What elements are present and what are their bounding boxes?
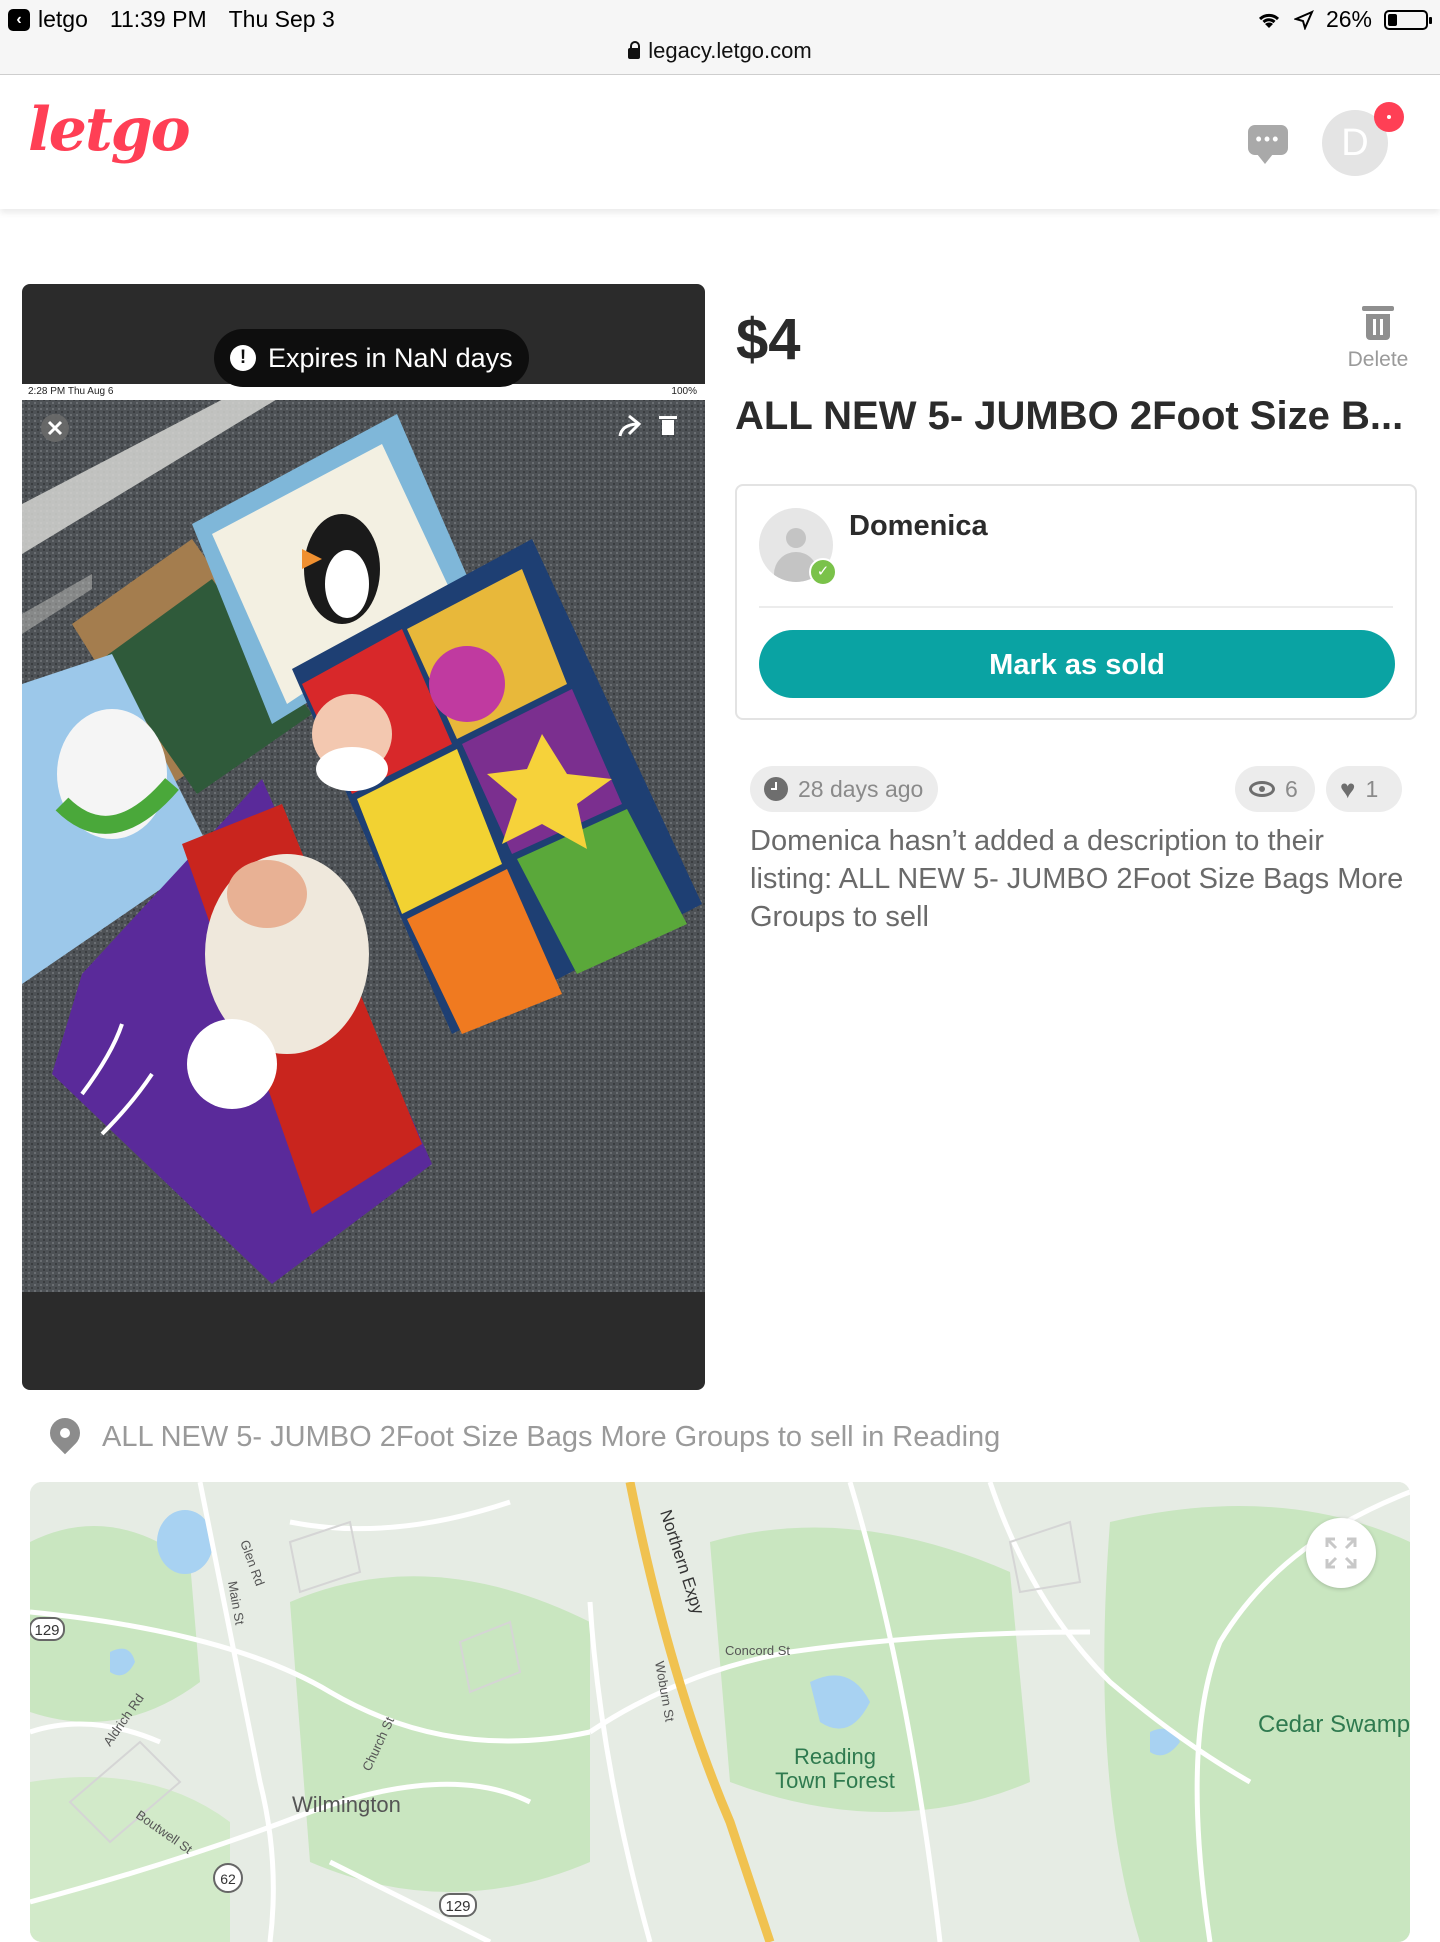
mark-as-sold-button[interactable]: Mark as sold <box>759 630 1395 698</box>
location-arrow-icon <box>1293 9 1314 30</box>
status-date: Thu Sep 3 <box>228 6 335 32</box>
letgo-logo[interactable]: letgo <box>28 95 191 165</box>
location-text: ALL NEW 5- JUMBO 2Foot Size Bags More Gr… <box>102 1420 1001 1453</box>
seller-name[interactable]: Domenica <box>849 510 988 543</box>
route-62: 62 <box>220 1871 236 1887</box>
location-line: ALL NEW 5- JUMBO 2Foot Size Bags More Gr… <box>43 1411 1001 1456</box>
alert-icon: ! <box>230 345 256 371</box>
listing-title: ALL NEW 5- JUMBO 2Foot Size B... <box>735 394 1404 438</box>
lock-icon <box>628 41 641 59</box>
route-129-a: 129 <box>34 1622 59 1639</box>
url-text[interactable]: legacy.letgo.com <box>648 38 811 63</box>
posted-date: 28 days ago <box>798 775 924 802</box>
label-wilmington: Wilmington <box>292 1792 401 1817</box>
views-chip: 6 <box>1235 766 1315 812</box>
battery-icon <box>1384 9 1432 30</box>
listing-price: $4 <box>736 307 801 372</box>
wifi-icon <box>1258 13 1279 28</box>
map-water <box>157 1510 213 1574</box>
listing-photo[interactable] <box>22 384 705 1292</box>
views-count: 6 <box>1285 775 1298 802</box>
screenshot-time: 2:28 PM Thu Aug 6 <box>28 386 114 397</box>
seller-card: ✓ Domenica Mark as sold <box>735 484 1417 720</box>
posted-date-chip: 28 days ago <box>750 766 938 812</box>
listing-image-viewer[interactable]: 2:28 PM Thu Aug 6 100% ! Expires in NaN … <box>22 284 705 1390</box>
label-reading-forest-2: Town Forest <box>775 1768 895 1793</box>
status-time: 11:39 PM <box>109 6 207 32</box>
listing-description: Domenica hasn’t added a description to t… <box>750 825 1404 933</box>
chat-icon[interactable]: ••• <box>1248 125 1288 164</box>
label-concord-st: Concord St <box>725 1643 790 1658</box>
back-to-app-icon[interactable]: ‹ <box>8 8 30 31</box>
expires-label: Expires in NaN days <box>268 342 513 373</box>
map-pin-icon <box>43 1411 87 1456</box>
route-129-b: 129 <box>445 1898 470 1915</box>
battery-percent: 26% <box>1325 6 1372 32</box>
label-reading-forest-1: Reading <box>794 1744 876 1769</box>
favorites-chip[interactable]: ♥ 1 <box>1326 766 1402 812</box>
back-app-label[interactable]: letgo <box>38 6 88 33</box>
delete-button[interactable]: Delete <box>1338 306 1418 372</box>
clock-icon <box>764 777 788 801</box>
location-map[interactable]: 129 129 62 Northern Expy Concord St Glen… <box>30 1482 1410 1942</box>
ios-status-bar: ‹ letgo 11:39 PM Thu Sep 3 26% legacy.le… <box>0 0 1440 75</box>
favorites-count: 1 <box>1365 775 1379 802</box>
notification-dot <box>1374 102 1404 132</box>
expand-icon[interactable] <box>1325 1537 1357 1569</box>
label-cedar-swamp: Cedar Swamp <box>1258 1711 1410 1738</box>
delete-label[interactable]: Delete <box>1338 348 1418 372</box>
screenshot-battery: 100% <box>671 386 697 397</box>
card-divider <box>759 606 1393 608</box>
verified-check-icon: ✓ <box>809 558 837 586</box>
address-bar[interactable]: legacy.letgo.com <box>0 38 1440 64</box>
app-header: letgo ••• D <box>0 75 1440 209</box>
expires-badge: ! Expires in NaN days <box>214 329 529 387</box>
status-right: 26% <box>1256 6 1432 33</box>
map-expand-button[interactable] <box>1306 1518 1376 1588</box>
trash-icon[interactable] <box>1362 306 1394 340</box>
heart-icon[interactable]: ♥ <box>1340 776 1355 802</box>
status-left: ‹ letgo 11:39 PM Thu Sep 3 <box>8 6 335 33</box>
eye-icon <box>1249 781 1275 797</box>
